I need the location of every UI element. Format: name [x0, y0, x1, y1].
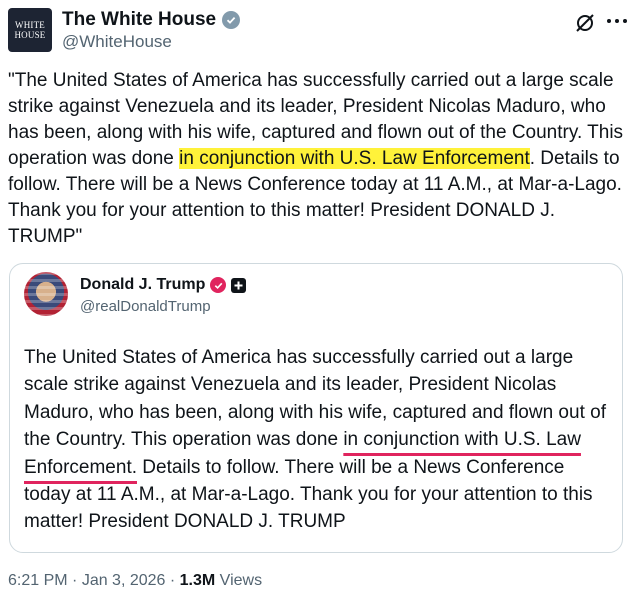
author-handle[interactable]: @WhiteHouse	[62, 32, 172, 52]
grok-icon[interactable]	[574, 12, 596, 34]
verified-badge-icon	[222, 11, 241, 29]
quoted-author-name[interactable]: Donald J. Trump	[80, 274, 247, 296]
quoted-author-handle[interactable]: @realDonaldTrump	[80, 298, 211, 315]
author-name[interactable]: The White House	[62, 8, 241, 32]
views-label: Views	[215, 572, 263, 589]
more-icon[interactable]	[604, 10, 634, 32]
post-date[interactable]: Jan 3, 2026	[82, 572, 166, 589]
affiliate-badge-icon	[231, 277, 247, 293]
quoted-post-card[interactable]: Donald J. Trump @realDonaldTrump The Uni…	[9, 263, 623, 553]
post-text: "The United States of America has succes…	[8, 68, 634, 250]
views-count: 1.3M	[179, 572, 216, 589]
white-house-avatar[interactable]: WHITE HOUSE	[8, 8, 52, 52]
post-time[interactable]: 6:21 PM	[8, 572, 68, 589]
post-text-highlight: in conjunction with U.S. Law Enforcement	[179, 148, 530, 169]
post-metadata: 6:21 PM · Jan 3, 2026 · 1.3M Views	[8, 572, 262, 590]
avatar-text-line1: WHITE	[15, 20, 45, 30]
avatar-text-line2: HOUSE	[14, 30, 46, 40]
verified-badge-icon	[210, 277, 227, 293]
author-name-text: The White House	[62, 9, 217, 30]
trump-avatar[interactable]	[24, 272, 68, 316]
meta-separator: ·	[67, 572, 82, 589]
quoted-author-name-text: Donald J. Trump	[80, 276, 206, 293]
meta-separator: ·	[165, 572, 180, 589]
quoted-post-text: The United States of America has success…	[24, 344, 610, 536]
